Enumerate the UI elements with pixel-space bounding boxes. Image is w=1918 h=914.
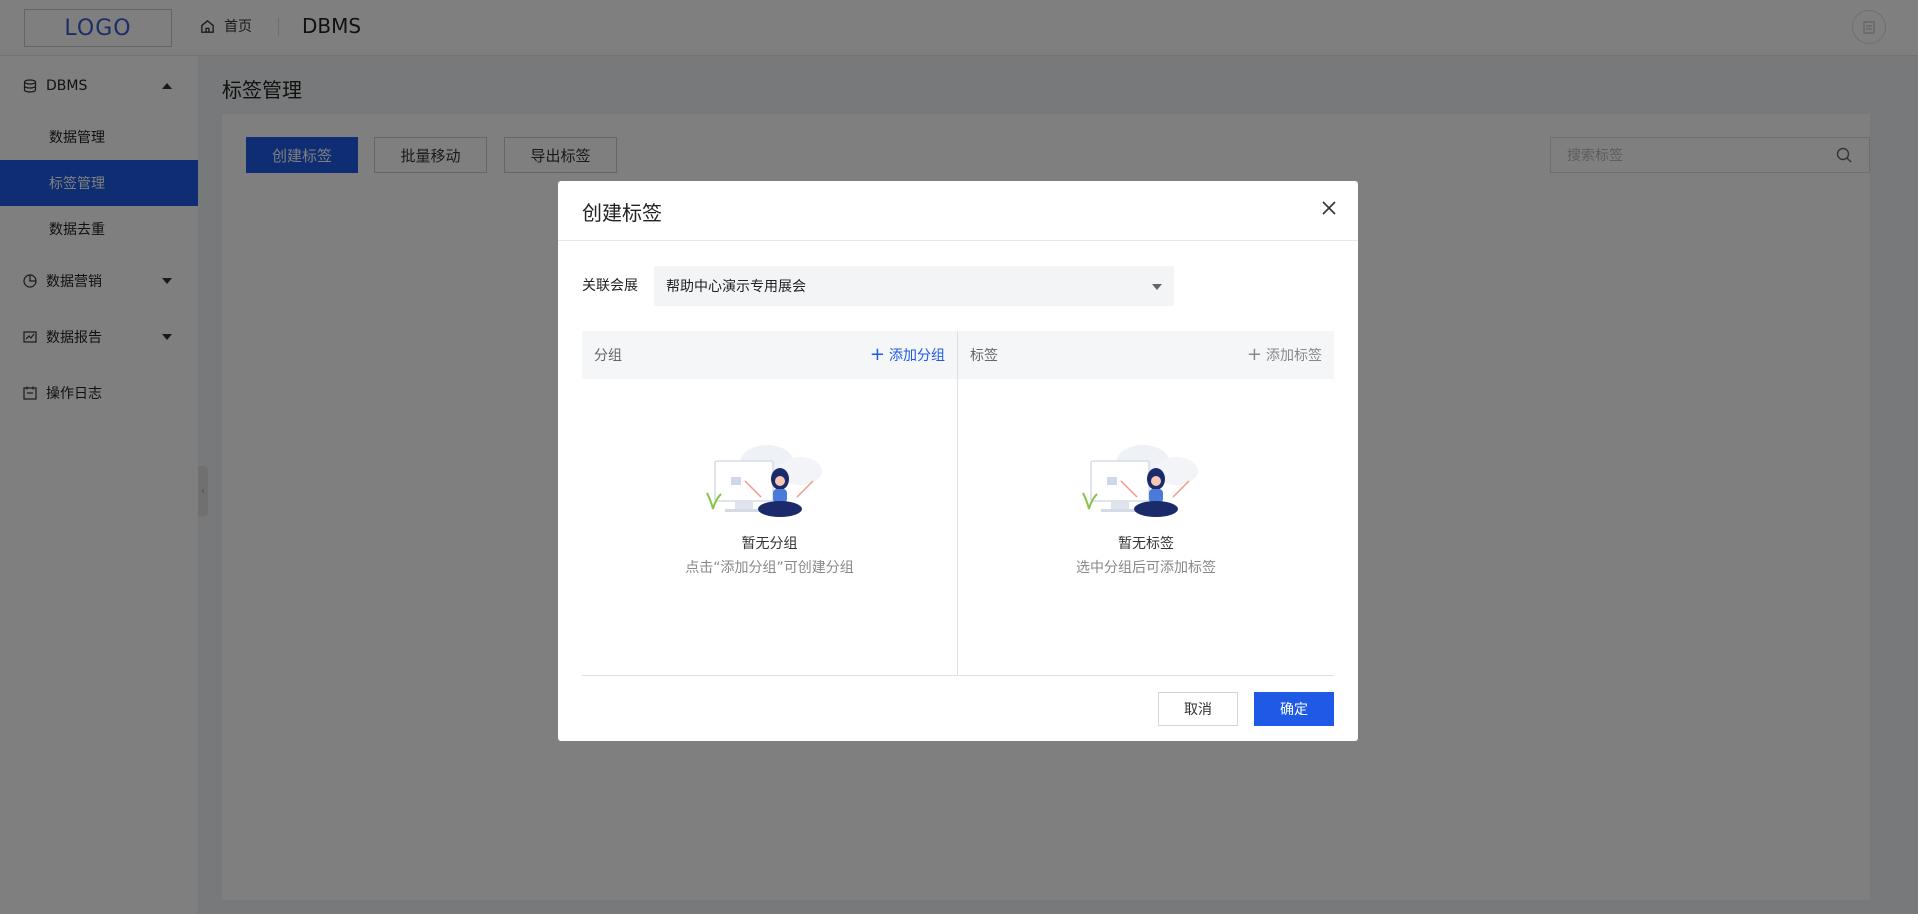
add-tag-button[interactable]: + 添加标签: [1247, 345, 1322, 365]
tag-empty-title: 暂无标签: [1118, 536, 1174, 552]
group-empty-state: 暂无分组 点击“添加分组”可创建分组: [582, 439, 957, 577]
create-tag-dialog: 创建标签 关联会展 帮助中心演示专用展会 分组 + 添加分组 暂无分组 点击“添…: [558, 181, 1358, 741]
plus-icon: +: [1246, 344, 1262, 365]
add-group-button[interactable]: + 添加分组: [870, 345, 945, 365]
group-empty-title: 暂无分组: [741, 536, 798, 552]
tag-empty-state: 暂无标签 选中分组后可添加标签: [958, 439, 1334, 577]
group-panel-header: 分组 + 添加分组: [582, 331, 957, 379]
tag-header-label: 标签: [970, 348, 998, 364]
add-tag-label: 添加标签: [1266, 348, 1322, 364]
group-header-label: 分组: [594, 348, 622, 364]
group-panel: 分组 + 添加分组 暂无分组 点击“添加分组”可创建分组: [582, 331, 958, 675]
group-empty-hint: 点击“添加分组”可创建分组: [685, 560, 854, 576]
close-icon[interactable]: [1318, 197, 1340, 219]
panel-bottom-divider: [582, 675, 1334, 676]
dialog-divider: [558, 240, 1358, 241]
exhibition-label: 关联会展: [582, 278, 638, 294]
tag-panel: 标签 + 添加标签 暂无标签 选中分组后可添加标签: [958, 331, 1334, 675]
tag-panel-header: 标签 + 添加标签: [958, 331, 1334, 379]
exhibition-value: 帮助中心演示专用展会: [666, 279, 806, 295]
exhibition-select[interactable]: 帮助中心演示专用展会: [654, 266, 1174, 306]
add-group-label: 添加分组: [889, 348, 945, 364]
dialog-title: 创建标签: [582, 201, 662, 225]
empty-illustration-icon: [1082, 445, 1198, 517]
chevron-down-icon: [1152, 284, 1162, 290]
tag-empty-hint: 选中分组后可添加标签: [1076, 560, 1216, 576]
empty-illustration-icon: [705, 445, 822, 517]
confirm-button[interactable]: 确定: [1254, 692, 1334, 726]
plus-icon: +: [869, 344, 885, 365]
cancel-button[interactable]: 取消: [1158, 692, 1238, 726]
